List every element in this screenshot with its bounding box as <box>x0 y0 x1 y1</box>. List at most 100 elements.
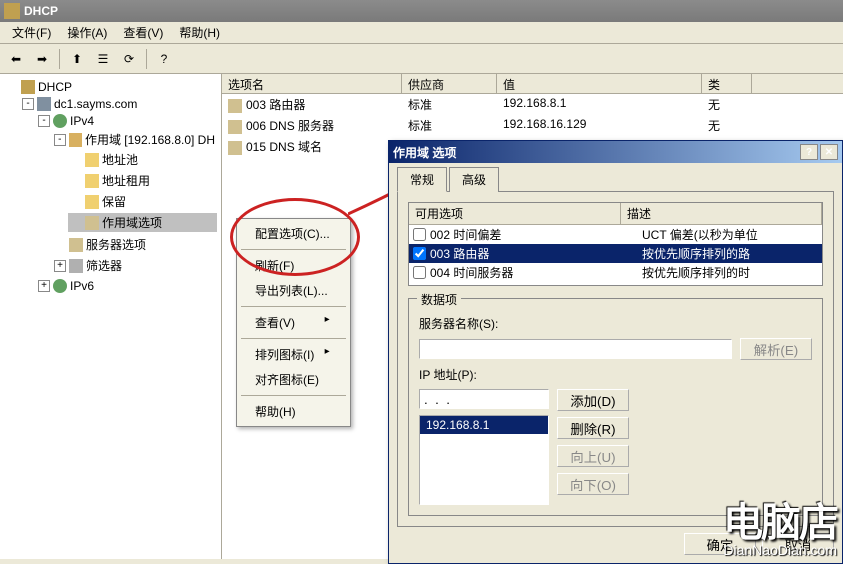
list-row[interactable]: 006 DNS 服务器 标准 192.168.16.129 无 <box>222 115 843 136</box>
refresh-button[interactable]: ⟳ <box>117 47 141 71</box>
window-titlebar: DHCP <box>0 0 843 22</box>
option-checkbox[interactable] <box>413 285 426 286</box>
collapse-icon[interactable]: - <box>54 134 66 146</box>
add-button[interactable]: 添加(D) <box>557 389 629 411</box>
menu-help[interactable]: 帮助(H) <box>171 22 228 43</box>
menu-separator <box>241 338 346 339</box>
forward-button[interactable]: ➡ <box>30 47 54 71</box>
watermark-logo: 电脑店 <box>723 503 837 543</box>
tree-root-dhcp[interactable]: DHCP <box>4 79 217 95</box>
server-name-label: 服务器名称(S): <box>419 315 529 332</box>
collapse-icon[interactable]: - <box>22 98 34 110</box>
option-icon <box>228 141 242 155</box>
server-name-input[interactable] <box>419 339 732 359</box>
tree-ipv4[interactable]: - IPv4 <box>36 113 217 129</box>
toolbar-separator <box>59 49 60 69</box>
dialog-titlebar[interactable]: 作用域 选项 ? ✕ <box>389 141 842 163</box>
col-vendor[interactable]: 供应商 <box>402 74 497 93</box>
col-description[interactable]: 描述 <box>621 203 822 224</box>
menu-view-submenu[interactable]: 查看(V) <box>239 310 348 335</box>
menu-separator <box>241 249 346 250</box>
col-available-options[interactable]: 可用选项 <box>409 203 621 224</box>
tree-label: 保留 <box>102 193 126 210</box>
menu-view[interactable]: 查看(V) <box>115 22 171 43</box>
move-up-button[interactable]: 向上(U) <box>557 445 629 467</box>
tree-server-options[interactable]: 服务器选项 <box>52 235 217 254</box>
data-entry-groupbox: 数据项 服务器名称(S): 解析(E) IP 地址(P): 192.168.8.… <box>408 298 823 516</box>
tab-general[interactable]: 常规 <box>397 167 447 192</box>
tab-general-content: 可用选项 描述 002 时间偏差UCT 偏差(以秒为单位 003 路由器按优先顺… <box>397 192 834 527</box>
move-down-button[interactable]: 向下(O) <box>557 473 629 495</box>
ip-address-label: IP 地址(P): <box>419 366 529 383</box>
col-value[interactable]: 值 <box>497 74 702 93</box>
menu-configure-options[interactable]: 配置选项(C)... <box>239 221 348 246</box>
watermark-url: DianNaoDian.com <box>723 543 837 557</box>
tree-filters[interactable]: + 筛选器 <box>52 256 217 275</box>
ipv6-icon <box>53 279 67 293</box>
available-options-list[interactable]: 可用选项 描述 002 时间偏差UCT 偏差(以秒为单位 003 路由器按优先顺… <box>408 202 823 286</box>
option-item[interactable]: 003 路由器按优先顺序排列的路 <box>409 244 822 263</box>
tree-address-pool[interactable]: 地址池 <box>68 150 217 169</box>
folder-icon <box>85 195 99 209</box>
tree-reservations[interactable]: 保留 <box>68 192 217 211</box>
listview-header: 选项名 供应商 值 类 <box>222 74 843 94</box>
col-type[interactable]: 类 <box>702 74 752 93</box>
expand-icon[interactable]: + <box>38 280 50 292</box>
list-row[interactable]: 003 路由器 标准 192.168.8.1 无 <box>222 94 843 115</box>
tab-advanced[interactable]: 高级 <box>449 167 499 192</box>
tree-label: 作用域选项 <box>102 214 162 231</box>
tree-label: 筛选器 <box>86 257 122 274</box>
menu-separator <box>241 306 346 307</box>
tree-label: IPv6 <box>70 279 94 293</box>
ip-address-input[interactable] <box>419 389 549 409</box>
console-tree[interactable]: DHCP - dc1.sayms.com - <box>0 74 222 559</box>
tree-label: 服务器选项 <box>86 236 146 253</box>
menu-help[interactable]: 帮助(H) <box>239 399 348 424</box>
folder-icon <box>85 153 99 167</box>
close-button[interactable]: ✕ <box>820 144 838 160</box>
back-button[interactable]: ⬅ <box>4 47 28 71</box>
dhcp-app-icon <box>4 3 20 19</box>
toolbar: ⬅ ➡ ⬆ ☰ ⟳ ? <box>0 44 843 74</box>
menu-align-icons[interactable]: 对齐图标(E) <box>239 367 348 392</box>
groupbox-title: 数据项 <box>417 291 461 308</box>
ip-address-list[interactable]: 192.168.8.1 <box>419 415 549 505</box>
option-item[interactable]: 004 时间服务器按优先顺序排列的时 <box>409 263 822 282</box>
option-checkbox[interactable] <box>413 228 426 241</box>
show-hide-tree-button[interactable]: ☰ <box>91 47 115 71</box>
tree-label: 地址租用 <box>102 172 150 189</box>
option-checkbox[interactable] <box>413 247 426 260</box>
tree-ipv6[interactable]: + IPv6 <box>36 278 217 294</box>
up-button[interactable]: ⬆ <box>65 47 89 71</box>
col-name[interactable]: 选项名 <box>222 74 402 93</box>
option-item[interactable]: 002 时间偏差UCT 偏差(以秒为单位 <box>409 225 822 244</box>
help-button[interactable]: ? <box>152 47 176 71</box>
menu-action[interactable]: 操作(A) <box>59 22 115 43</box>
remove-button[interactable]: 删除(R) <box>557 417 629 439</box>
help-button[interactable]: ? <box>800 144 818 160</box>
option-icon <box>228 99 242 113</box>
menu-export-list[interactable]: 导出列表(L)... <box>239 278 348 303</box>
ip-list-item[interactable]: 192.168.8.1 <box>420 416 548 434</box>
menu-bar: 文件(F) 操作(A) 查看(V) 帮助(H) <box>0 22 843 44</box>
option-item[interactable]: 005 名称服务器按优先顺序排列的名 <box>409 282 822 286</box>
tree-scope-options[interactable]: 作用域选项 <box>68 213 217 232</box>
resolve-button[interactable]: 解析(E) <box>740 338 812 360</box>
menu-separator <box>241 395 346 396</box>
tree-leases[interactable]: 地址租用 <box>68 171 217 190</box>
expander-icon <box>6 81 18 93</box>
collapse-icon[interactable]: - <box>38 115 50 127</box>
option-checkbox[interactable] <box>413 266 426 279</box>
menu-refresh[interactable]: 刷新(F) <box>239 253 348 278</box>
folder-icon <box>85 174 99 188</box>
server-icon <box>37 97 51 111</box>
tree-label: dc1.sayms.com <box>54 97 137 111</box>
option-icon <box>228 120 242 134</box>
expand-icon[interactable]: + <box>54 260 66 272</box>
filter-icon <box>69 259 83 273</box>
tree-label: DHCP <box>38 80 72 94</box>
tree-scope[interactable]: - 作用域 [192.168.8.0] DH <box>52 130 217 149</box>
tree-server[interactable]: - dc1.sayms.com <box>20 96 217 112</box>
menu-file[interactable]: 文件(F) <box>4 22 59 43</box>
menu-arrange-icons[interactable]: 排列图标(I) <box>239 342 348 367</box>
